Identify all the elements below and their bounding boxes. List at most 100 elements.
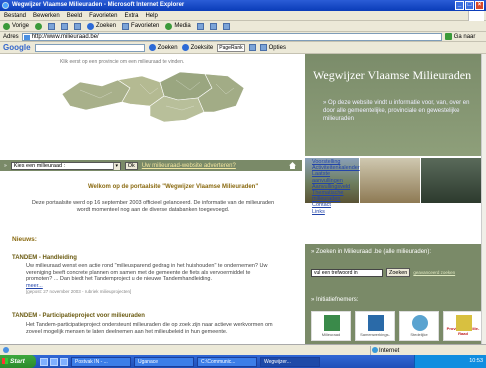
milieuraad-logo-icon xyxy=(324,315,340,331)
address-label: Adres xyxy=(3,33,19,40)
intro-text: Deze portaalsite werd op 16 september 20… xyxy=(31,200,275,213)
star-icon xyxy=(122,22,130,30)
google-toolbar: Google Zoeken Zoeksite PageRank Opties xyxy=(0,42,486,54)
site-search-input[interactable]: vul een trefwoord in xyxy=(311,268,383,277)
partners-heading: » Initiatiefnemers: xyxy=(311,297,359,303)
taskbar: Start Postvak IN - ... Uganace C:\Commun… xyxy=(0,355,486,368)
page-status-icon xyxy=(3,347,9,353)
minimize-button[interactable]: _ xyxy=(455,1,464,10)
forward-button[interactable] xyxy=(35,22,43,30)
maximize-button[interactable]: □ xyxy=(465,1,474,10)
google-options-button[interactable]: Opties xyxy=(259,44,286,51)
refresh-button[interactable] xyxy=(61,22,69,30)
back-arrow-icon xyxy=(3,22,10,30)
read-more-link[interactable]: meer... xyxy=(26,283,43,289)
go-arrow-icon xyxy=(444,33,452,40)
status-bar: Internet xyxy=(0,344,486,355)
milieuraad-select[interactable]: Kies een milieuraad : ▾ xyxy=(10,161,121,170)
search-button[interactable]: Zoeken xyxy=(87,22,116,30)
partner-logo[interactable]: Stedelijke xyxy=(399,311,439,341)
window-title: Wegwijzer Vlaamse Milieuraden - Microsof… xyxy=(12,2,185,8)
advertise-link[interactable]: Uw milieuraad-website adverteren? xyxy=(142,163,236,169)
partner-logos: Milieuraad Samenwerkings- Stedelijke Pro… xyxy=(311,311,483,341)
site-search-icon xyxy=(181,44,189,51)
pagerank-indicator[interactable]: PageRank xyxy=(217,43,245,52)
partner-logo[interactable]: Milieuraad xyxy=(311,311,351,341)
favorites-button[interactable]: Favorieten xyxy=(122,22,159,30)
back-button[interactable]: Vorige xyxy=(3,22,29,30)
info-button[interactable] xyxy=(248,44,256,51)
ok-button[interactable]: Ok xyxy=(124,161,138,170)
samenwerkings-logo-icon xyxy=(368,315,384,331)
go-button[interactable]: Ga naar xyxy=(444,33,475,40)
system-tray-clock[interactable]: 10:53 xyxy=(414,355,486,368)
provinciale-logo-icon xyxy=(456,315,472,331)
menu-edit[interactable]: Bewerken xyxy=(33,11,60,20)
google-search-button[interactable]: Zoeken xyxy=(148,44,178,51)
history-button[interactable] xyxy=(196,22,204,30)
header-panel: Wegwijzer Vlaamse Milieuraden » Op deze … xyxy=(305,54,486,156)
taskbar-item-uganace[interactable]: Uganace xyxy=(134,356,194,367)
stop-button[interactable] xyxy=(48,22,56,30)
partner-logo[interactable]: Provinciale Milie-Raad xyxy=(443,311,483,341)
flanders-map: Klik eerst op een provincie om een milie… xyxy=(0,54,305,156)
search-icon xyxy=(87,22,95,30)
photo-forest xyxy=(360,158,420,203)
nav-links[interactable]: Links xyxy=(312,209,362,215)
news-item-title[interactable]: TANDEM - Handleiding xyxy=(12,255,77,261)
nav-laatste-aanvullingen[interactable]: Laatste aanvullingen xyxy=(312,171,362,183)
site-intro: » Op deze website vindt u informatie voo… xyxy=(323,100,470,122)
quick-launch-icon[interactable] xyxy=(60,357,68,366)
posted-info: [gepost: 27 november 2003 - rubriek mili… xyxy=(26,289,132,294)
search-panel: » Zoeken in Milieuraad .be (alle milieur… xyxy=(305,244,483,344)
stedelijke-logo-icon xyxy=(412,315,428,331)
taskbar-item-outlook[interactable]: Postvak IN - ... xyxy=(71,356,131,367)
dropdown-arrow-icon: ▾ xyxy=(112,162,120,170)
mail-button[interactable] xyxy=(209,22,217,30)
taskbar-item-explorer[interactable]: C:\Communic... xyxy=(197,356,257,367)
menu-favorites[interactable]: Favorieten xyxy=(89,11,117,20)
home-icon[interactable] xyxy=(289,162,296,169)
start-button[interactable]: Start xyxy=(0,355,36,368)
news-item-title[interactable]: TANDEM - Participatieproject voor milieu… xyxy=(12,313,145,319)
google-search-input[interactable] xyxy=(34,43,145,52)
menu-tools[interactable]: Extra xyxy=(124,11,138,20)
search-heading: » Zoeken in Milieuraad .be (alle milieur… xyxy=(311,249,432,255)
page-scrollbar[interactable] xyxy=(481,54,486,344)
news-item-body: Uw milieuraad wenst een actie rond "mili… xyxy=(26,263,276,296)
google-logo: Google xyxy=(3,43,31,52)
news-item-text: Uw milieuraad wenst een actie rond "mili… xyxy=(26,263,268,282)
google-site-search-button[interactable]: Zoeksite xyxy=(181,44,213,51)
standard-toolbar: Vorige Zoeken Favorieten Media xyxy=(0,21,486,32)
taskbar-item-ie[interactable]: Wegwijzer... xyxy=(260,356,320,367)
site-search-button[interactable]: Zoeken xyxy=(386,268,411,277)
milieuraad-selector-bar: » Kies een milieuraad : ▾ Ok Uw milieura… xyxy=(0,160,302,171)
address-input[interactable]: http://www.milieuraad.be/ xyxy=(21,32,442,41)
options-icon xyxy=(259,44,267,51)
nav-thematische-milieuraden[interactable]: Thematische milieuraden xyxy=(312,190,362,202)
bullet-icon: » xyxy=(4,162,7,169)
quick-launch-icon[interactable] xyxy=(40,357,48,366)
menu-bar: Bestand Bewerken Beeld Favorieten Extra … xyxy=(0,11,486,21)
security-zone: Internet xyxy=(370,346,399,355)
photo-bottles xyxy=(421,158,486,203)
news-heading: Nieuws: xyxy=(12,236,37,243)
map-caption: Klik eerst op een provincie om een milie… xyxy=(60,59,185,65)
province-west-vlaanderen[interactable] xyxy=(61,79,131,111)
close-button[interactable]: × xyxy=(475,1,484,10)
welcome-heading: Welkom op de portaalsite "Wegwijzer Vlaa… xyxy=(88,184,259,190)
menu-file[interactable]: Bestand xyxy=(4,11,26,20)
print-button[interactable] xyxy=(222,22,230,30)
side-navigation: Voorstelling Activiteitenkalender Laatst… xyxy=(312,159,362,215)
advanced-search-link[interactable]: geavanceerd zoeken xyxy=(413,270,455,275)
menu-view[interactable]: Beeld xyxy=(67,11,82,20)
quick-launch-icon[interactable] xyxy=(50,357,58,366)
google-search-icon xyxy=(148,44,156,51)
province-map[interactable] xyxy=(0,54,305,156)
province-vlaams-brabant[interactable] xyxy=(149,95,205,123)
partner-logo[interactable]: Samenwerkings- xyxy=(355,311,395,341)
home-button[interactable] xyxy=(74,22,82,30)
media-icon xyxy=(165,22,173,30)
media-button[interactable]: Media xyxy=(165,22,191,30)
menu-help[interactable]: Help xyxy=(145,11,157,20)
